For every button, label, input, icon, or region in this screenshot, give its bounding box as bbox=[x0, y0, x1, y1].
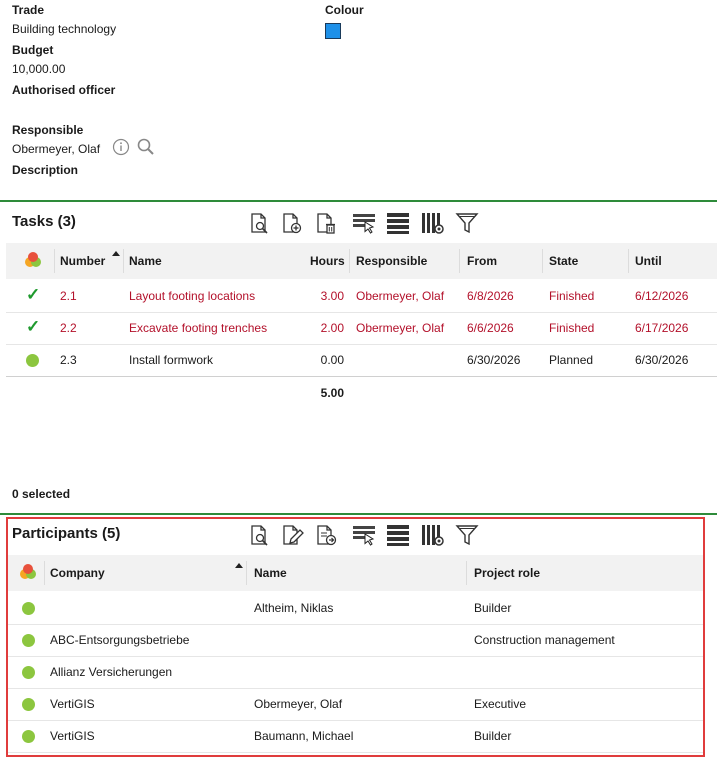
authorised-officer-label: Authorised officer bbox=[12, 83, 116, 97]
participant-name: Obermeyer, Olaf bbox=[254, 697, 343, 711]
task-number: 2.2 bbox=[60, 321, 77, 335]
colour-label: Colour bbox=[325, 3, 364, 17]
task-hours: 0.00 bbox=[320, 353, 344, 367]
col-name[interactable]: Name bbox=[129, 243, 162, 279]
participant-role: Builder bbox=[474, 729, 512, 743]
task-hours: 3.00 bbox=[320, 289, 344, 303]
task-until: 6/17/2026 bbox=[635, 321, 689, 335]
colour-swatch[interactable] bbox=[325, 23, 341, 39]
task-name: Install formwork bbox=[129, 353, 214, 367]
tasks-header: Number Name Hours Responsible From State… bbox=[6, 243, 717, 279]
task-name: Layout footing locations bbox=[129, 289, 256, 303]
filter-icon[interactable] bbox=[455, 523, 479, 547]
col-until[interactable]: Until bbox=[635, 243, 662, 279]
status-dot-icon bbox=[22, 698, 35, 711]
list-icon[interactable] bbox=[386, 211, 410, 235]
task-until: 6/12/2026 bbox=[635, 289, 689, 303]
add-icon[interactable] bbox=[280, 211, 304, 235]
tasks-footer-line bbox=[6, 376, 717, 377]
task-state: Planned bbox=[549, 353, 594, 367]
sort-asc-icon bbox=[235, 563, 243, 568]
selection-count: 0 selected bbox=[12, 487, 71, 501]
task-number: 2.3 bbox=[60, 353, 77, 367]
total-hours: 5.00 bbox=[320, 386, 344, 400]
status-dot-icon bbox=[26, 354, 39, 367]
filter-icon[interactable] bbox=[455, 211, 479, 235]
col-company[interactable]: Company bbox=[50, 555, 105, 591]
participant-company: VertiGIS bbox=[50, 697, 95, 711]
task-until: 6/30/2026 bbox=[635, 353, 689, 367]
table-row[interactable]: ✓ 2.2 Excavate footing trenches 2.00 Obermey… bbox=[6, 312, 717, 345]
participants-title: Participants (5) bbox=[12, 525, 121, 542]
select-icon[interactable] bbox=[352, 211, 376, 235]
search-icon[interactable] bbox=[136, 137, 156, 157]
responsible-label: Responsible bbox=[12, 123, 84, 137]
participant-company: Allianz Versicherungen bbox=[50, 665, 173, 679]
section-divider bbox=[0, 513, 717, 515]
participant-company: ABC-Entsorgungsbetriebe bbox=[50, 633, 190, 647]
edit-icon[interactable] bbox=[280, 523, 304, 547]
col-number[interactable]: Number bbox=[60, 243, 105, 279]
task-hours: 2.00 bbox=[320, 321, 344, 335]
columns-settings-icon[interactable] bbox=[421, 211, 445, 235]
sort-asc-icon bbox=[112, 251, 120, 256]
finished-check-icon: ✓ bbox=[26, 317, 41, 336]
select-icon[interactable] bbox=[352, 523, 376, 547]
task-from: 6/30/2026 bbox=[467, 353, 521, 367]
budget-value[interactable]: 10,000.00 bbox=[12, 62, 65, 76]
view-icon[interactable] bbox=[247, 523, 271, 547]
task-from: 6/8/2026 bbox=[467, 289, 514, 303]
status-dot-icon bbox=[22, 602, 35, 615]
budget-label: Budget bbox=[12, 43, 54, 57]
trade-label: Trade bbox=[12, 3, 45, 17]
table-row[interactable]: Allianz Versicherungen bbox=[8, 656, 703, 689]
participant-role: Executive bbox=[474, 697, 527, 711]
status-dot-icon bbox=[22, 666, 35, 679]
col-from[interactable]: From bbox=[467, 243, 497, 279]
participants-header: Company Name Project role bbox=[8, 555, 703, 591]
table-row[interactable]: VertiGIS Baumann, Michael Builder bbox=[8, 720, 703, 753]
participant-company: VertiGIS bbox=[50, 729, 95, 743]
table-row[interactable]: VertiGIS Obermeyer, Olaf Executive bbox=[8, 688, 703, 721]
info-icon[interactable] bbox=[112, 138, 130, 156]
responsible-value[interactable]: Obermeyer, Olaf bbox=[12, 142, 100, 156]
col-participant-name[interactable]: Name bbox=[254, 555, 287, 591]
task-from: 6/6/2026 bbox=[467, 321, 514, 335]
col-hours[interactable]: Hours bbox=[310, 243, 345, 279]
table-row[interactable]: Altheim, Niklas Builder bbox=[8, 592, 703, 625]
view-icon[interactable] bbox=[247, 211, 271, 235]
col-project-role[interactable]: Project role bbox=[474, 555, 540, 591]
description-label: Description bbox=[12, 163, 79, 177]
status-dot-icon bbox=[22, 634, 35, 647]
status-dot-icon bbox=[22, 730, 35, 743]
participant-role: Construction management bbox=[474, 633, 615, 647]
columns-settings-icon[interactable] bbox=[421, 523, 445, 547]
table-row[interactable]: ✓ 2.1 Layout footing locations 3.00 Obermeye… bbox=[6, 280, 717, 313]
participant-name: Baumann, Michael bbox=[254, 729, 354, 743]
table-row[interactable]: 2.3 Install formwork 0.00 6/30/2026 Planned 6… bbox=[6, 344, 717, 377]
task-number: 2.1 bbox=[60, 289, 77, 303]
participant-role: Builder bbox=[474, 601, 512, 615]
finished-check-icon: ✓ bbox=[26, 285, 41, 304]
task-responsible: Obermeyer, Olaf bbox=[356, 289, 445, 303]
table-row[interactable]: ABC-Entsorgungsbetriebe Construction mana… bbox=[8, 624, 703, 657]
task-name: Excavate footing trenches bbox=[129, 321, 268, 335]
export-icon[interactable] bbox=[314, 523, 338, 547]
list-icon[interactable] bbox=[386, 523, 410, 547]
task-state: Finished bbox=[549, 321, 595, 335]
tasks-title: Tasks (3) bbox=[12, 213, 76, 230]
participant-name: Altheim, Niklas bbox=[254, 601, 334, 615]
status-column-icon bbox=[20, 564, 36, 579]
trade-value[interactable]: Building technology bbox=[12, 22, 116, 36]
task-state: Finished bbox=[549, 289, 595, 303]
col-responsible[interactable]: Responsible bbox=[356, 243, 427, 279]
section-divider bbox=[0, 200, 717, 202]
status-column-icon bbox=[25, 252, 41, 267]
col-state[interactable]: State bbox=[549, 243, 578, 279]
task-responsible: Obermeyer, Olaf bbox=[356, 321, 445, 335]
delete-icon[interactable] bbox=[314, 211, 338, 235]
